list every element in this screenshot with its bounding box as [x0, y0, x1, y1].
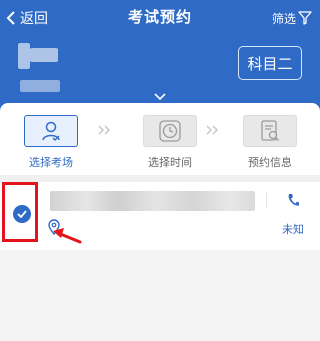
step-select-time[interactable]: 选择时间 [140, 115, 200, 170]
person-icon [42, 121, 60, 141]
blurred-user-info [20, 80, 60, 92]
step-select-venue[interactable]: 选择考场 [21, 115, 81, 170]
blurred-venue-name [50, 191, 255, 211]
status-text: 未知 [282, 223, 304, 236]
booking-steps: 选择考场 选择时间 预约信息 [0, 103, 320, 175]
step-booking-info[interactable]: 预约信息 [240, 115, 300, 170]
filter-button[interactable]: 筛选 [272, 8, 312, 28]
clock-icon [159, 120, 181, 142]
filter-label: 筛选 [271, 11, 296, 26]
blurred-user-info [18, 43, 30, 69]
subject-selector-button[interactable]: 科目二 [238, 46, 302, 80]
step-icon-box [243, 115, 297, 147]
empty-area [0, 250, 320, 341]
double-chevron-right-icon [206, 125, 219, 135]
app-header: 返回 考试预约 筛选 科目二 [0, 0, 320, 120]
phone-icon[interactable] [287, 193, 299, 207]
highlight-box [2, 182, 38, 242]
step-icon-box [24, 115, 78, 147]
blurred-user-info [30, 48, 58, 62]
double-chevron-right-icon [98, 125, 111, 135]
chevron-down-icon[interactable] [154, 93, 166, 101]
document-search-icon [261, 120, 279, 141]
step-label: 选择考场 [29, 156, 73, 169]
step-icon-box [143, 115, 197, 147]
step-label: 选择时间 [148, 156, 192, 169]
funnel-icon [298, 11, 312, 25]
vertical-divider [266, 192, 267, 208]
section-divider [0, 175, 320, 182]
red-arrow-annotation [53, 228, 82, 244]
step-label: 预约信息 [248, 156, 292, 169]
